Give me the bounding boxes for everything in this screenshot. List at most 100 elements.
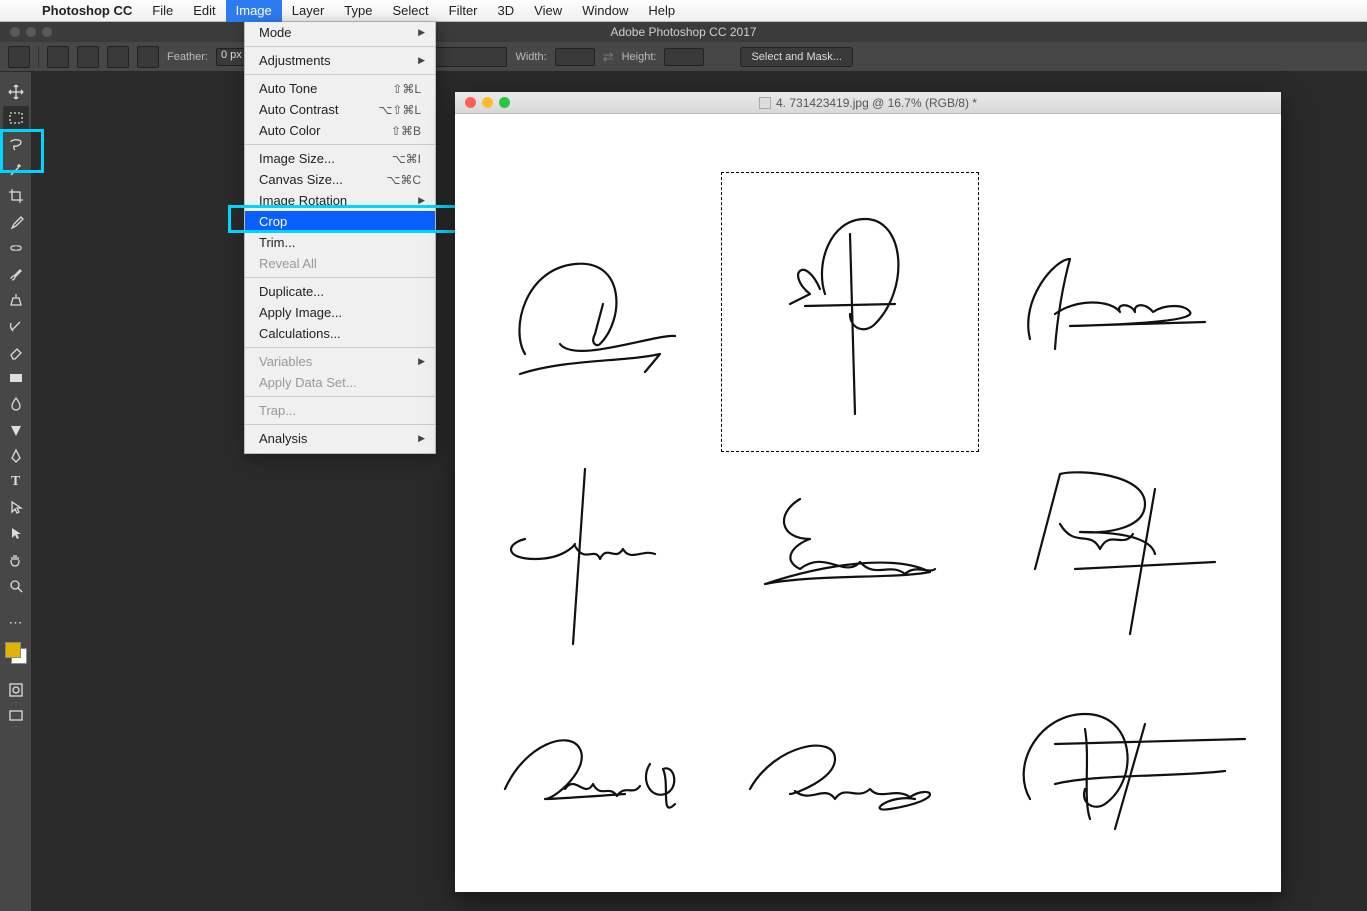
tool-dodge[interactable] [3, 418, 29, 442]
style-select[interactable] [427, 47, 507, 67]
menu-edit[interactable]: Edit [183, 0, 225, 22]
document-window: 4. 731423419.jpg @ 16.7% (RGB/8) * [455, 92, 1281, 892]
tool-lasso[interactable] [3, 132, 29, 156]
signature-8 [735, 709, 965, 829]
menu-item-analysis[interactable]: Analysis [245, 424, 435, 449]
document-title-text: 4. 731423419.jpg @ 16.7% (RGB/8) * [776, 96, 977, 110]
tool-pen[interactable] [3, 444, 29, 468]
menu-item-label: Auto Color [259, 123, 320, 138]
tool-eraser[interactable] [3, 340, 29, 364]
tool-move[interactable] [3, 80, 29, 104]
tool-rect-marquee[interactable] [3, 106, 29, 130]
document-title: 4. 731423419.jpg @ 16.7% (RGB/8) * [455, 96, 1281, 110]
menu-item-label: Auto Contrast [259, 102, 339, 117]
tool-path-select[interactable] [3, 496, 29, 520]
menu-item-canvas-size[interactable]: Canvas Size... ⌥⌘C [245, 169, 435, 190]
app-traffic-lights [0, 27, 200, 37]
menu-item-calculations[interactable]: Calculations... [245, 323, 435, 344]
select-and-mask-button[interactable]: Select and Mask... [740, 47, 853, 67]
tool-gradient[interactable] [3, 366, 29, 390]
fg-color-swatch[interactable] [5, 642, 21, 658]
signature-5 [745, 484, 945, 604]
menu-item-label: Image Size... [259, 151, 335, 166]
min-dot[interactable] [26, 27, 36, 37]
tool-brush[interactable] [3, 262, 29, 286]
tool-blur[interactable] [3, 392, 29, 416]
tool-healing[interactable] [3, 236, 29, 260]
menu-item-label: Calculations... [259, 326, 341, 341]
sel-mode-new-icon[interactable] [47, 46, 69, 68]
document-titlebar[interactable]: 4. 731423419.jpg @ 16.7% (RGB/8) * [455, 92, 1281, 114]
signature-4 [495, 464, 695, 654]
menu-image[interactable]: Image [226, 0, 282, 22]
menu-item-label: Image Rotation [259, 193, 347, 208]
width-input[interactable] [555, 48, 595, 66]
sel-mode-add-icon[interactable] [77, 46, 99, 68]
signature-1 [505, 244, 685, 384]
height-input[interactable] [664, 48, 704, 66]
sel-mode-int-icon[interactable] [137, 46, 159, 68]
tool-history-brush[interactable] [3, 314, 29, 338]
menu-select[interactable]: Select [382, 0, 438, 22]
menu-item-auto-tone[interactable]: Auto Tone⇧⌘L [245, 74, 435, 99]
menu-item-reveal-all: Reveal All [245, 253, 435, 274]
menu-layer[interactable]: Layer [282, 0, 335, 22]
sel-mode-sub-icon[interactable] [107, 46, 129, 68]
tool-zoom[interactable] [3, 574, 29, 598]
menu-item-label: Trap... [259, 403, 296, 418]
screen-mode-icon[interactable] [3, 704, 29, 728]
tool-crop[interactable] [3, 184, 29, 208]
menu-item-label: Adjustments [259, 53, 331, 68]
menu-item-auto-contrast[interactable]: Auto Contrast ⌥⇧⌘L [245, 99, 435, 120]
menu-help[interactable]: Help [638, 0, 685, 22]
tool-shape[interactable] [3, 522, 29, 546]
canvas[interactable] [455, 114, 1281, 892]
menu-type[interactable]: Type [334, 0, 382, 22]
menu-item-label: Duplicate... [259, 284, 324, 299]
current-tool-icon[interactable] [8, 46, 30, 68]
menu-item-image-size[interactable]: Image Size... ⌥⌘I [245, 144, 435, 169]
signature-9 [995, 689, 1255, 839]
mac-menubar: Photoshop CC File Edit Image Layer Type … [0, 0, 1367, 22]
menu-3d[interactable]: 3D [488, 0, 525, 22]
quick-mask-icon[interactable] [3, 678, 29, 702]
menu-item-variables: Variables [245, 347, 435, 372]
signature-3 [1015, 244, 1215, 374]
tool-eyedropper[interactable] [3, 210, 29, 234]
swap-wh-icon[interactable]: ⇄ [603, 49, 614, 65]
menu-item-label: Canvas Size... [259, 172, 343, 187]
menu-item-crop[interactable]: Crop [245, 211, 435, 232]
tool-ellipsis[interactable]: ⋯ [3, 610, 29, 634]
menu-item-shortcut: ⌥⌘I [392, 152, 421, 166]
tool-hand[interactable] [3, 548, 29, 572]
menu-item-shortcut: ⌥⌘C [387, 173, 422, 187]
tools-panel: T ⋯ [0, 72, 32, 911]
options-bar: Feather: 0 px Style: Width: ⇄ Height: Se… [0, 42, 1367, 72]
tool-text[interactable]: T [3, 470, 29, 494]
menu-item-trap: Trap... [245, 396, 435, 421]
menu-item-image-rotation[interactable]: Image Rotation [245, 190, 435, 211]
menu-window[interactable]: Window [572, 0, 638, 22]
menu-item-label: Analysis [259, 431, 307, 446]
tool-clone[interactable] [3, 288, 29, 312]
menu-item-duplicate[interactable]: Duplicate... [245, 277, 435, 302]
menu-file[interactable]: File [142, 0, 183, 22]
menu-item-auto-color[interactable]: Auto Color⇧⌘B [245, 120, 435, 141]
app-menu[interactable]: Photoshop CC [32, 0, 142, 22]
apple-menu[interactable] [0, 0, 32, 22]
menu-item-adjustments[interactable]: Adjustments [245, 46, 435, 71]
menu-item-label: Trim... [259, 235, 295, 250]
menu-filter[interactable]: Filter [439, 0, 488, 22]
menu-view[interactable]: View [524, 0, 572, 22]
menu-item-label: Mode [259, 25, 292, 40]
tool-magic-wand[interactable] [3, 158, 29, 182]
menu-item-apply-image[interactable]: Apply Image... [245, 302, 435, 323]
close-dot[interactable] [10, 27, 20, 37]
menu-item-mode[interactable]: Mode [245, 22, 435, 43]
color-swatches[interactable] [5, 642, 27, 664]
menu-item-trim[interactable]: Trim... [245, 232, 435, 253]
menu-item-label: Reveal All [259, 256, 317, 271]
max-dot[interactable] [42, 27, 52, 37]
menu-item-label: Variables [259, 354, 312, 369]
menu-item-shortcut: ⌥⇧⌘L [378, 103, 421, 117]
